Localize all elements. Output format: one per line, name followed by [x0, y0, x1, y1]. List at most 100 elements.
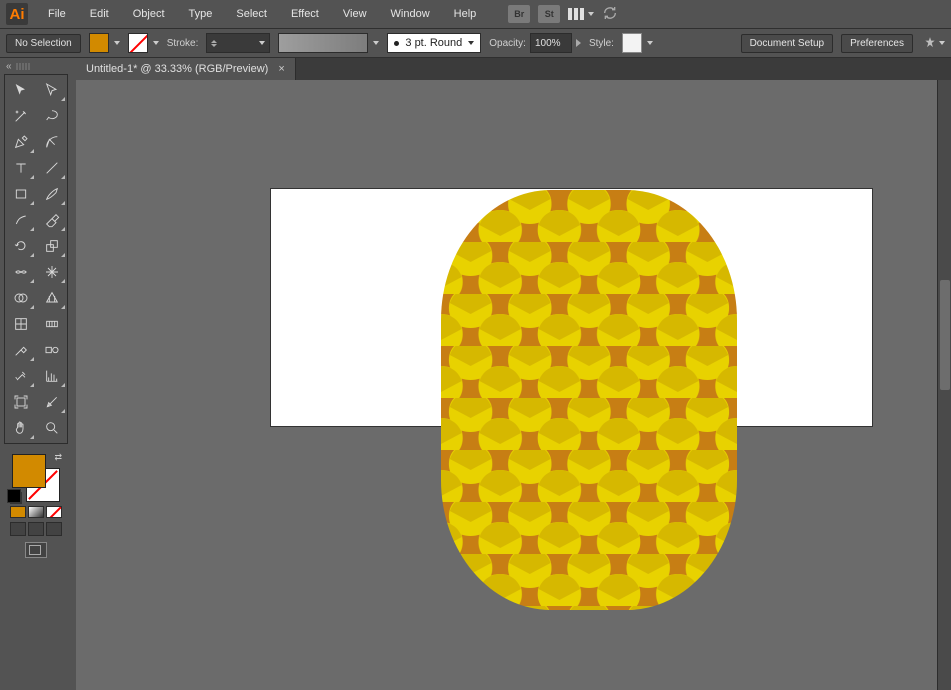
blend-tool[interactable] [37, 338, 66, 362]
document-tab-title: Untitled-1* @ 33.33% (RGB/Preview) [86, 63, 268, 75]
document-setup-button[interactable]: Document Setup [741, 34, 834, 53]
menu-edit[interactable]: Edit [78, 4, 121, 24]
chevron-down-icon [114, 41, 120, 45]
eyedropper-tool[interactable] [6, 338, 35, 362]
menu-type[interactable]: Type [177, 4, 225, 24]
chevron-down-icon [468, 41, 474, 45]
scale-tool[interactable] [37, 234, 66, 258]
bridge-button[interactable]: Br [508, 5, 530, 23]
menu-window[interactable]: Window [379, 4, 442, 24]
app-logo: Ai [6, 3, 28, 25]
magic-wand-tool[interactable] [6, 104, 35, 128]
arrange-icon [568, 8, 584, 20]
shaper-tool[interactable] [6, 208, 35, 232]
stock-button[interactable]: St [538, 5, 560, 23]
style-label: Style: [589, 38, 614, 49]
color-mode-solid[interactable] [10, 506, 26, 518]
stroke-swatch-icon [128, 33, 148, 53]
perspective-grid-tool[interactable] [37, 286, 66, 310]
stroke-weight-input[interactable] [206, 33, 270, 53]
left-panel: « [0, 58, 76, 690]
slice-tool[interactable] [37, 390, 66, 414]
menu-object[interactable]: Object [121, 4, 177, 24]
canvas[interactable] [76, 80, 951, 690]
width-tool[interactable] [6, 260, 35, 284]
swap-fill-stroke-icon[interactable]: ⇄ [54, 452, 62, 463]
stroke-color-picker[interactable] [128, 33, 159, 53]
pin-icon [923, 36, 937, 50]
chevron-down-icon [647, 41, 653, 45]
artboard-tool[interactable] [6, 390, 35, 414]
menu-view[interactable]: View [331, 4, 379, 24]
chevron-down-icon [153, 41, 159, 45]
opacity-label: Opacity: [489, 38, 526, 49]
mesh-tool[interactable] [6, 312, 35, 336]
curvature-tool[interactable] [37, 130, 66, 154]
brush-preview-icon [278, 33, 368, 53]
gpu-preview-icon[interactable] [602, 5, 618, 24]
main-menu-bar: Ai File Edit Object Type Select Effect V… [0, 0, 951, 28]
document-tab[interactable]: Untitled-1* @ 33.33% (RGB/Preview) × [76, 58, 296, 80]
toolbox-collapse-grip[interactable]: « [0, 58, 76, 74]
draw-inside[interactable] [46, 522, 62, 536]
line-tool[interactable] [37, 156, 66, 180]
type-tool[interactable] [6, 156, 35, 180]
hand-tool[interactable] [6, 416, 35, 440]
shape-builder-tool[interactable] [6, 286, 35, 310]
lasso-tool[interactable] [37, 104, 66, 128]
artwork-pineapple-shape[interactable] [441, 190, 737, 610]
graphic-style-picker[interactable] [622, 33, 653, 53]
default-fill-stroke-icon[interactable] [10, 492, 22, 504]
opacity-input[interactable] [530, 33, 572, 53]
gradient-tool[interactable] [37, 312, 66, 336]
brush-definition-select[interactable]: 3 pt. Round [387, 33, 481, 53]
fill-color-picker[interactable] [89, 33, 120, 53]
brush-definition-label: 3 pt. Round [405, 37, 462, 49]
pen-tool[interactable] [6, 130, 35, 154]
close-icon[interactable]: × [278, 63, 284, 75]
color-mode-none[interactable] [46, 506, 62, 518]
column-graph-tool[interactable] [37, 364, 66, 388]
paintbrush-tool[interactable] [37, 182, 66, 206]
menubar-right-cluster: Br St [508, 5, 618, 24]
direct-selection-tool[interactable] [37, 78, 66, 102]
menu-help[interactable]: Help [442, 4, 489, 24]
menu-file[interactable]: File [36, 4, 78, 24]
draw-behind[interactable] [28, 522, 44, 536]
document-area: Untitled-1* @ 33.33% (RGB/Preview) × [76, 58, 951, 690]
stroke-label: Stroke: [167, 38, 199, 49]
zoom-tool[interactable] [37, 416, 66, 440]
rectangle-tool[interactable] [6, 182, 35, 206]
eraser-tool[interactable] [37, 208, 66, 232]
spinner-icon [211, 40, 217, 47]
chevron-right-icon[interactable] [576, 39, 581, 47]
fill-swatch-icon [89, 33, 109, 53]
fill-swatch-large[interactable] [12, 454, 46, 488]
draw-normal[interactable] [10, 522, 26, 536]
free-transform-tool[interactable] [37, 260, 66, 284]
variable-width-profile[interactable] [278, 33, 379, 53]
preferences-button[interactable]: Preferences [841, 34, 913, 53]
fill-stroke-swatches[interactable]: ⇄ [12, 454, 60, 502]
chevron-down-icon [259, 41, 265, 45]
vertical-scrollbar[interactable] [937, 80, 951, 690]
chevron-down-icon [588, 12, 594, 16]
screen-mode-button[interactable] [25, 542, 47, 558]
selection-tool[interactable] [6, 78, 35, 102]
arrange-documents-button[interactable] [568, 8, 594, 20]
double-chevron-icon: « [6, 61, 10, 72]
control-bar-flyout[interactable] [923, 36, 945, 50]
document-tab-strip: Untitled-1* @ 33.33% (RGB/Preview) × [76, 58, 951, 80]
rotate-tool[interactable] [6, 234, 35, 258]
color-controls: ⇄ [4, 454, 68, 558]
round-brush-icon [394, 41, 399, 46]
control-bar: No Selection Stroke: 3 pt. Round Opacity… [0, 28, 951, 58]
symbol-sprayer-tool[interactable] [6, 364, 35, 388]
color-mode-gradient[interactable] [28, 506, 44, 518]
selection-indicator[interactable]: No Selection [6, 34, 81, 53]
menu-effect[interactable]: Effect [279, 4, 331, 24]
color-mode-row [4, 506, 68, 518]
style-swatch-icon [622, 33, 642, 53]
scrollbar-thumb[interactable] [940, 280, 950, 390]
menu-select[interactable]: Select [224, 4, 279, 24]
